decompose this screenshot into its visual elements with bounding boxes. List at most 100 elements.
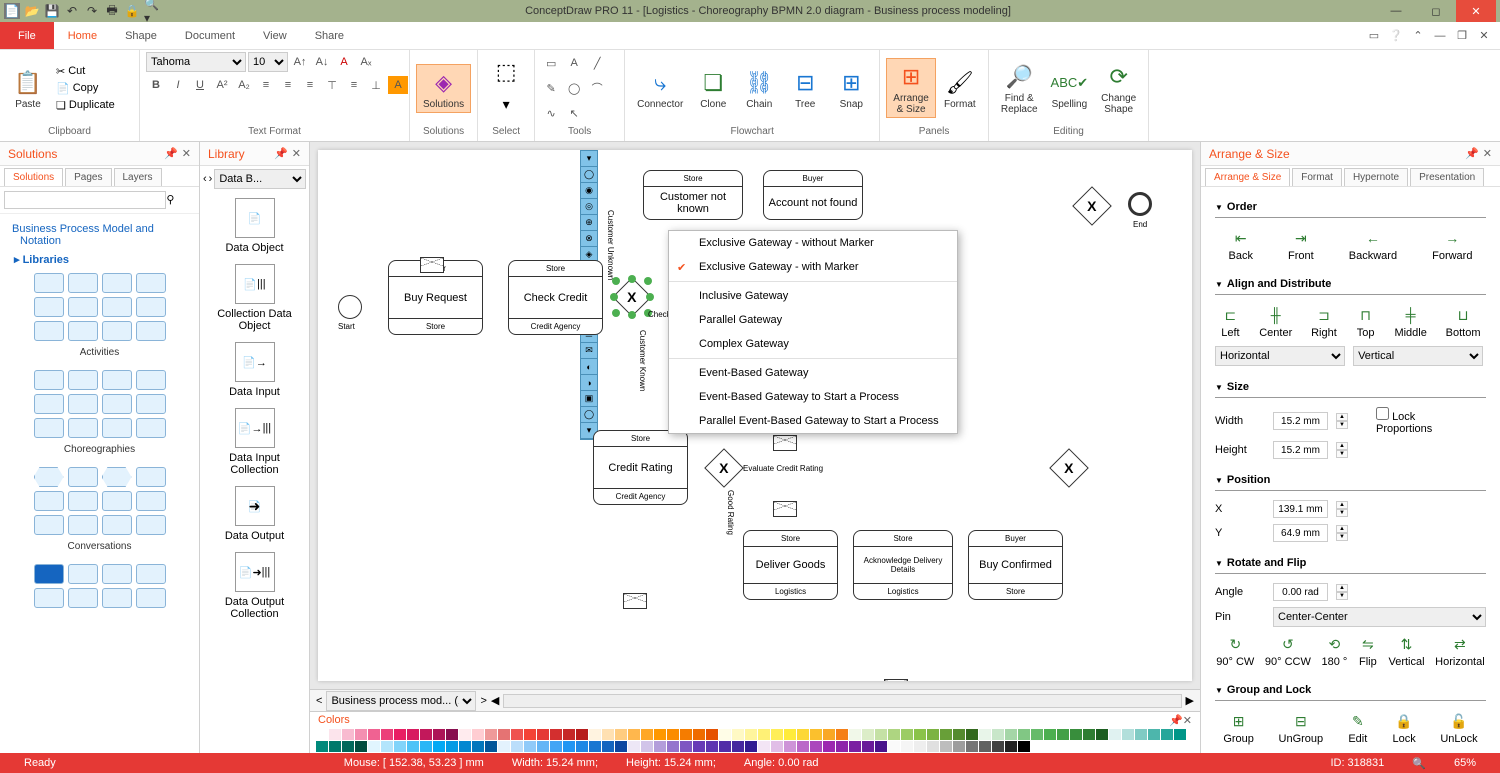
- close-panel-icon[interactable]: ✕: [292, 147, 301, 160]
- color-swatch[interactable]: [901, 729, 913, 740]
- close-panel-icon[interactable]: ✕: [1483, 147, 1492, 160]
- color-swatch[interactable]: [1161, 729, 1173, 740]
- color-swatch[interactable]: [524, 741, 536, 752]
- color-swatch[interactable]: [914, 729, 926, 740]
- color-swatch[interactable]: [537, 741, 549, 752]
- selected-gateway[interactable]: X: [618, 283, 646, 311]
- font-select[interactable]: Tahoma: [146, 52, 246, 72]
- font-color-icon[interactable]: A: [334, 53, 354, 71]
- start-event[interactable]: [338, 295, 362, 319]
- color-swatch[interactable]: [823, 729, 835, 740]
- color-swatch[interactable]: [329, 729, 341, 740]
- highlight-icon[interactable]: A: [388, 76, 408, 94]
- maximize-button[interactable]: ◻: [1416, 0, 1456, 22]
- snap-button[interactable]: ⊞Snap: [829, 65, 873, 112]
- color-swatch[interactable]: [1057, 729, 1069, 740]
- ctx-event-based-start[interactable]: Event-Based Gateway to Start a Process: [669, 385, 957, 409]
- rect-tool-icon[interactable]: ▭: [541, 54, 561, 72]
- task-ack-delivery[interactable]: StoreAcknowledge Delivery DetailsLogisti…: [853, 530, 953, 600]
- tab-format[interactable]: Format: [1292, 168, 1342, 186]
- color-swatch[interactable]: [407, 729, 419, 740]
- section-size[interactable]: Size: [1215, 377, 1486, 398]
- menu-shape[interactable]: Shape: [111, 22, 171, 49]
- color-swatch[interactable]: [615, 729, 627, 740]
- color-swatch[interactable]: [927, 729, 939, 740]
- distribute-h-select[interactable]: Horizontal: [1215, 346, 1345, 366]
- width-input[interactable]: [1273, 412, 1328, 430]
- pin-icon[interactable]: 📌: [1465, 147, 1479, 160]
- subscript-icon[interactable]: A₂: [234, 76, 254, 94]
- page-select[interactable]: Business process mod... (1/1): [326, 691, 476, 711]
- color-swatch[interactable]: [485, 729, 497, 740]
- color-swatch[interactable]: [706, 741, 718, 752]
- color-swatch[interactable]: [966, 729, 978, 740]
- prev-page-icon[interactable]: <: [316, 695, 322, 707]
- color-swatch[interactable]: [472, 729, 484, 740]
- color-swatch[interactable]: [784, 729, 796, 740]
- end-event[interactable]: [1128, 192, 1152, 216]
- save-icon[interactable]: 💾: [44, 3, 60, 19]
- ctx-exclusive-no-marker[interactable]: Exclusive Gateway - without Marker: [669, 231, 957, 255]
- collapse-ribbon-icon[interactable]: ⌃: [1410, 28, 1426, 44]
- color-swatch[interactable]: [524, 729, 536, 740]
- color-swatch[interactable]: [1005, 729, 1017, 740]
- lock-proportions-check[interactable]: [1376, 407, 1389, 420]
- color-swatch[interactable]: [914, 741, 926, 752]
- color-swatch[interactable]: [758, 729, 770, 740]
- inner-close-icon[interactable]: ✕: [1476, 28, 1492, 44]
- color-swatch[interactable]: [628, 741, 640, 752]
- color-swatch[interactable]: [316, 729, 328, 740]
- ctx-event-based[interactable]: Event-Based Gateway: [669, 361, 957, 385]
- ctx-complex[interactable]: Complex Gateway: [669, 332, 957, 356]
- envelope-cr[interactable]: [623, 593, 647, 609]
- color-swatch[interactable]: [485, 741, 497, 752]
- menu-home[interactable]: Home: [54, 22, 111, 49]
- task-account-not-found[interactable]: BuyerAccount not found: [763, 170, 863, 220]
- tab-layers[interactable]: Layers: [114, 168, 162, 186]
- color-swatch[interactable]: [719, 741, 731, 752]
- task-deliver-goods[interactable]: StoreDeliver GoodsLogistics: [743, 530, 838, 600]
- color-swatch[interactable]: [992, 729, 1004, 740]
- order-forward[interactable]: →Forward: [1432, 228, 1472, 262]
- color-swatch[interactable]: [875, 741, 887, 752]
- color-swatch[interactable]: [927, 741, 939, 752]
- color-swatch[interactable]: [1135, 729, 1147, 740]
- color-swatch[interactable]: [459, 729, 471, 740]
- tree-libraries[interactable]: ▸ Libraries: [6, 250, 193, 269]
- unlock-btn[interactable]: 🔓UnLock: [1440, 711, 1477, 745]
- envelope-2[interactable]: [773, 501, 797, 517]
- grow-font-icon[interactable]: A↑: [290, 53, 310, 71]
- color-swatch[interactable]: [745, 729, 757, 740]
- connector-button[interactable]: ⤷Connector: [631, 65, 689, 112]
- valign-bot-icon[interactable]: ⊥: [366, 76, 386, 94]
- lib-collection-data-object[interactable]: 📄|||Collection Data Object: [206, 264, 303, 332]
- color-swatch[interactable]: [680, 729, 692, 740]
- valign-mid-icon[interactable]: ≡: [344, 76, 364, 94]
- pin-icon[interactable]: 📌: [274, 147, 288, 160]
- flip[interactable]: ⇋Flip: [1358, 634, 1378, 668]
- color-swatch[interactable]: [667, 741, 679, 752]
- color-swatch[interactable]: [589, 741, 601, 752]
- color-swatch[interactable]: [329, 741, 341, 752]
- color-swatch[interactable]: [719, 729, 731, 740]
- color-swatch[interactable]: [797, 741, 809, 752]
- section-position[interactable]: Position: [1215, 470, 1486, 491]
- color-swatch[interactable]: [498, 741, 510, 752]
- zoom-out-icon[interactable]: 🔍: [1398, 757, 1440, 770]
- color-swatch[interactable]: [381, 729, 393, 740]
- lock-icon[interactable]: 🔒: [124, 3, 140, 19]
- line-tool-icon[interactable]: ╱: [587, 54, 607, 72]
- drawing-canvas[interactable]: ▾◯◉◎⊕⊗◈⬠▭▢⬚═✉◐◑▣◯▾ Start BuyerBuy Reques…: [318, 150, 1192, 681]
- change-shape-button[interactable]: ⟳Change Shape: [1095, 59, 1142, 117]
- arc-tool-icon[interactable]: ⌒: [587, 79, 607, 97]
- lock-btn[interactable]: 🔒Lock: [1392, 711, 1415, 745]
- color-swatch[interactable]: [550, 741, 562, 752]
- close-panel-icon[interactable]: ✕: [182, 147, 191, 160]
- font-size-select[interactable]: 10: [248, 52, 288, 72]
- color-swatch[interactable]: [849, 741, 861, 752]
- prev-lib-icon[interactable]: ‹: [203, 173, 207, 185]
- bold-icon[interactable]: B: [146, 76, 166, 94]
- color-swatch[interactable]: [745, 741, 757, 752]
- chain-button[interactable]: ⛓Chain: [737, 65, 781, 112]
- color-swatch[interactable]: [511, 729, 523, 740]
